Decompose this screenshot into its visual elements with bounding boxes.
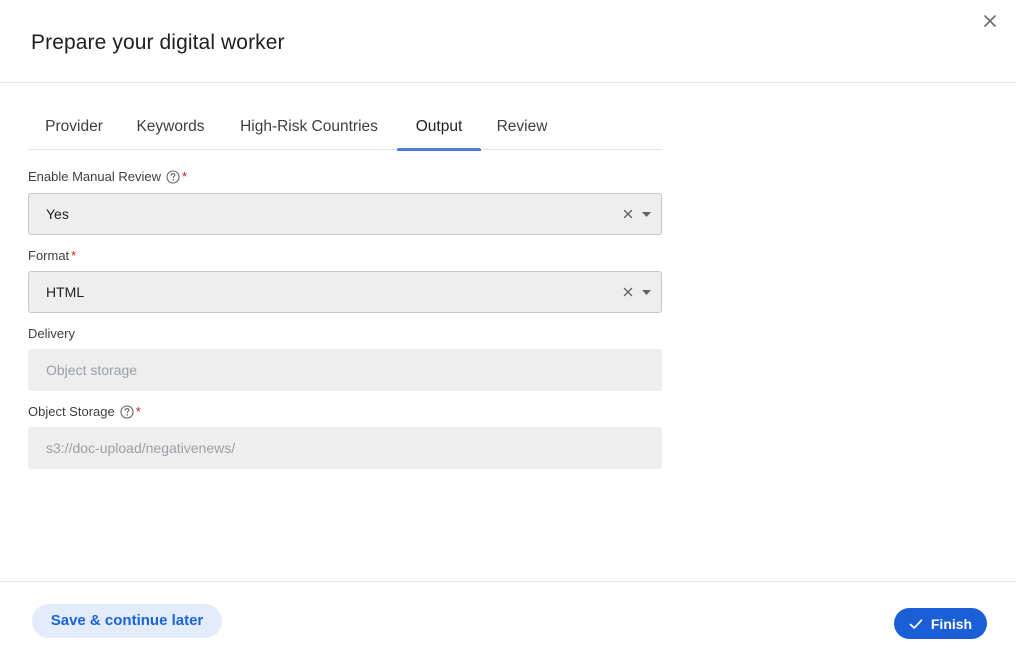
tab-keywords[interactable]: Keywords: [128, 104, 213, 150]
delivery-label-text: Delivery: [28, 326, 75, 341]
dialog-title: Prepare your digital worker: [31, 31, 285, 54]
delivery-field: Object storage: [28, 349, 662, 391]
help-circle-icon[interactable]: [166, 169, 180, 184]
object-storage-label: Object Storage *: [28, 404, 141, 419]
required-marker: *: [135, 404, 141, 419]
save-continue-later-button[interactable]: Save & continue later: [32, 604, 222, 638]
required-marker: *: [181, 169, 188, 184]
clear-icon[interactable]: [622, 286, 634, 298]
check-icon: [909, 618, 923, 629]
tab-review[interactable]: Review: [490, 104, 554, 150]
delivery-label: Delivery: [28, 326, 75, 341]
format-label: Format *: [28, 248, 76, 263]
caret-down-icon[interactable]: [642, 290, 651, 295]
finish-label: Finish: [930, 615, 973, 632]
tab-output[interactable]: Output: [397, 104, 481, 151]
caret-down-icon[interactable]: [642, 212, 651, 217]
help-circle-icon[interactable]: [120, 404, 134, 419]
delivery-value: Object storage: [46, 362, 138, 378]
tab-bar: Provider Keywords High-Risk Countries Ou…: [28, 104, 662, 151]
object-storage-value: s3://doc-upload/negativenews/: [46, 440, 236, 456]
finish-button[interactable]: Finish: [894, 608, 987, 639]
object-storage-field: s3://doc-upload/negativenews/: [28, 427, 662, 469]
tab-provider[interactable]: Provider: [28, 104, 120, 150]
object-storage-label-text: Object Storage: [28, 404, 115, 419]
clear-icon[interactable]: [622, 208, 634, 220]
format-value: HTML: [46, 284, 85, 300]
format-select[interactable]: HTML: [28, 271, 662, 313]
manual-review-select[interactable]: Yes: [28, 193, 662, 235]
format-label-text: Format: [28, 248, 70, 263]
dialog-footer: Save & continue later Finish: [0, 581, 1016, 650]
tab-high-risk-countries[interactable]: High-Risk Countries: [229, 104, 389, 150]
required-marker: *: [71, 248, 77, 263]
manual-review-label-text: Enable Manual Review: [28, 169, 161, 184]
dialog-header: Prepare your digital worker: [0, 0, 1016, 83]
close-icon[interactable]: [980, 11, 1000, 31]
manual-review-label: Enable Manual Review *: [28, 169, 187, 184]
manual-review-value: Yes: [46, 206, 69, 222]
